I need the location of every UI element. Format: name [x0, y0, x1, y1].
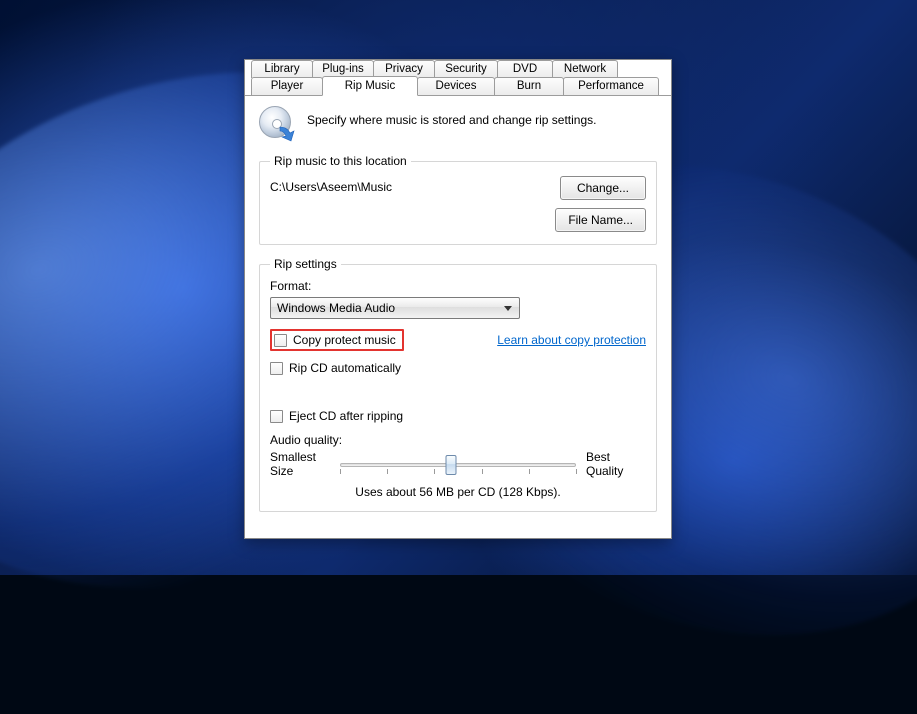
eject-label: Eject CD after ripping [289, 409, 403, 423]
chevron-down-icon [504, 306, 512, 311]
slider-tick [482, 469, 483, 474]
tab-content-rip-music: Specify where music is stored and change… [245, 95, 671, 538]
slider-thumb[interactable] [445, 455, 456, 475]
smallest-size-label: SmallestSize [270, 451, 330, 479]
rip-location-legend: Rip music to this location [270, 154, 411, 168]
tab-burn[interactable]: Burn [494, 77, 564, 96]
copy-protect-highlight: Copy protect music [270, 329, 404, 351]
copy-protect-checkbox[interactable] [274, 334, 287, 347]
intro-text: Specify where music is stored and change… [307, 106, 596, 127]
tab-player[interactable]: Player [251, 77, 323, 96]
file-name-button[interactable]: File Name... [555, 208, 646, 232]
slider-track [340, 463, 576, 467]
copy-protect-label: Copy protect music [293, 333, 396, 347]
format-combo[interactable]: Windows Media Audio [270, 297, 520, 319]
size-estimate: Uses about 56 MB per CD (128 Kbps). [270, 485, 646, 499]
tab-rip-music[interactable]: Rip Music [322, 76, 418, 96]
slider-tick [434, 469, 435, 474]
rip-settings-legend: Rip settings [270, 257, 341, 271]
options-dialog: LibraryPlug-insPrivacySecurityDVDNetwork… [244, 59, 672, 539]
rip-location-path: C:\Users\Aseem\Music [270, 176, 392, 194]
tab-dvd[interactable]: DVD [497, 60, 553, 78]
tab-strip: LibraryPlug-insPrivacySecurityDVDNetwork… [245, 60, 671, 96]
change-location-button[interactable]: Change... [560, 176, 646, 200]
audio-quality-label: Audio quality: [270, 433, 646, 447]
rip-settings-group: Rip settings Format: Windows Media Audio… [259, 257, 657, 512]
eject-checkbox[interactable] [270, 410, 283, 423]
cd-rip-icon [259, 106, 295, 142]
tab-security[interactable]: Security [434, 60, 498, 78]
quality-slider[interactable] [340, 453, 576, 479]
slider-tick [529, 469, 530, 474]
rip-auto-label: Rip CD automatically [289, 361, 401, 375]
rip-auto-checkbox[interactable] [270, 362, 283, 375]
tab-performance[interactable]: Performance [563, 77, 659, 96]
tab-network[interactable]: Network [552, 60, 618, 78]
slider-tick [387, 469, 388, 474]
format-value: Windows Media Audio [277, 301, 395, 315]
rip-location-group: Rip music to this location C:\Users\Asee… [259, 154, 657, 245]
best-quality-label: BestQuality [586, 451, 646, 479]
tab-library[interactable]: Library [251, 60, 313, 78]
tab-devices[interactable]: Devices [417, 77, 495, 96]
format-label: Format: [270, 279, 646, 293]
slider-tick [340, 469, 341, 474]
copy-protection-link[interactable]: Learn about copy protection [497, 333, 646, 347]
slider-tick [576, 469, 577, 474]
